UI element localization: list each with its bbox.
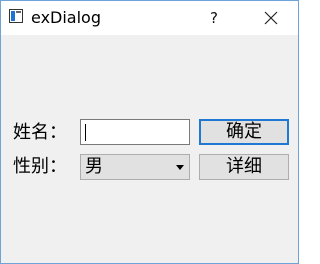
gender-label: 性别： bbox=[13, 156, 67, 177]
help-button[interactable]: ? bbox=[199, 1, 229, 35]
chevron-down-icon bbox=[176, 165, 184, 170]
name-label: 姓名： bbox=[13, 122, 67, 143]
ok-button[interactable]: 确定 bbox=[199, 119, 289, 145]
detail-button[interactable]: 详细 bbox=[199, 154, 289, 180]
gender-selected-value: 男 bbox=[85, 156, 103, 177]
window-title: exDialog bbox=[31, 8, 101, 27]
gender-select[interactable]: 男 bbox=[80, 154, 190, 180]
text-caret bbox=[85, 124, 86, 141]
detail-button-label: 详细 bbox=[226, 156, 262, 177]
close-button[interactable] bbox=[256, 1, 286, 35]
name-input[interactable] bbox=[80, 119, 190, 145]
title-bar: exDialog ? bbox=[1, 1, 298, 35]
ok-button-label: 确定 bbox=[226, 121, 262, 142]
dialog-window: exDialog ? 姓名： 性别： 男 确定 详细 bbox=[0, 0, 299, 264]
help-label: ? bbox=[210, 9, 218, 27]
app-window-icon bbox=[9, 9, 23, 23]
close-icon bbox=[264, 11, 278, 25]
